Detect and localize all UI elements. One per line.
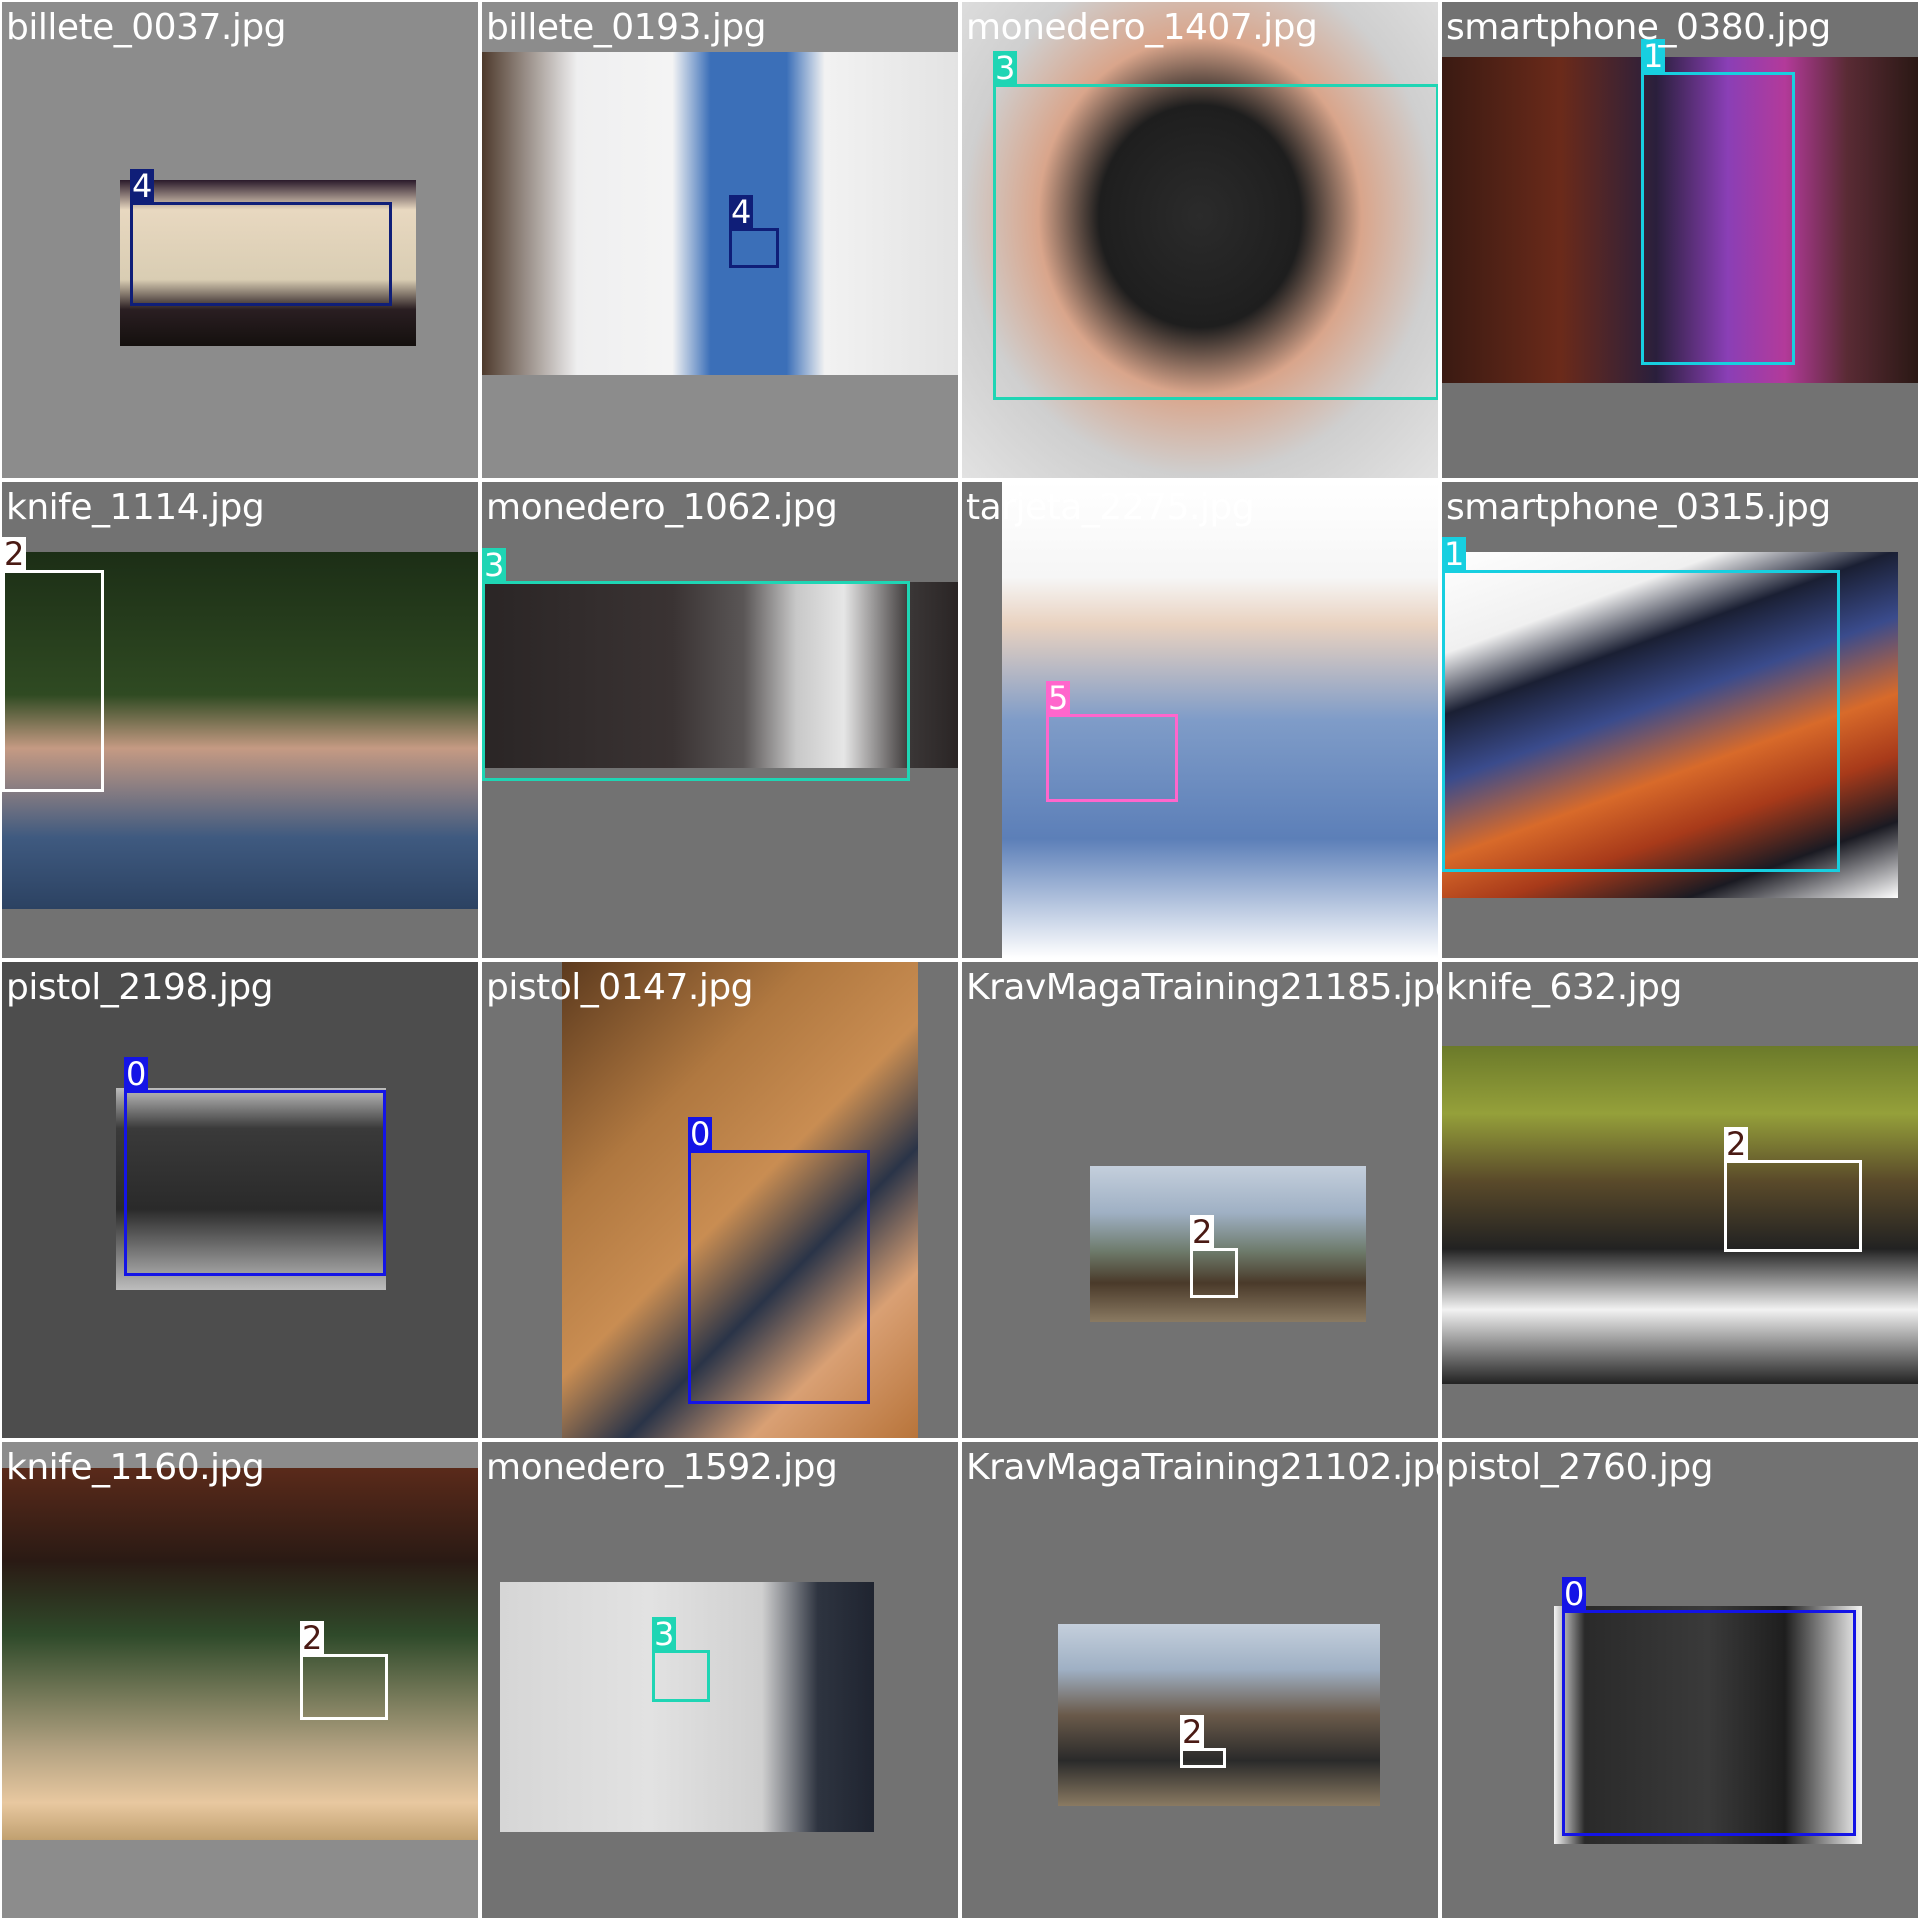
tile-photo [1090, 1166, 1366, 1322]
class-label: 4 [130, 167, 155, 205]
image-filename: smartphone_0380.jpg [1446, 7, 1831, 48]
image-filename: pistol_2760.jpg [1446, 1447, 1714, 1488]
class-label: 2 [1724, 1125, 1749, 1163]
detection-box[interactable]: 2 [1190, 1215, 1238, 1298]
tile-monedero-1062[interactable]: 3 monedero_1062.jpg [482, 482, 958, 958]
tile-tarjeta-2275[interactable]: 5 tarjeta_2275.jpg [962, 482, 1438, 958]
photo-fill [500, 1582, 874, 1832]
detection-box[interactable]: 2 [1724, 1127, 1862, 1252]
photo-fill [2, 1468, 478, 1840]
class-label: 2 [300, 1619, 325, 1657]
detection-box[interactable]: 0 [124, 1057, 386, 1276]
tile-billete-0037[interactable]: 4 billete_0037.jpg [2, 2, 478, 478]
photo-fill [482, 52, 958, 375]
class-label: 5 [1046, 679, 1071, 717]
tile-monedero-1407[interactable]: 3 monedero_1407.jpg [962, 2, 1438, 478]
tile-knife-1114[interactable]: 2 knife_1114.jpg [2, 482, 478, 958]
class-label: 3 [652, 1615, 677, 1653]
image-filename: pistol_0147.jpg [486, 967, 754, 1008]
class-label: 0 [124, 1055, 149, 1093]
tile-pistol-0147[interactable]: 0 pistol_0147.jpg [482, 962, 958, 1438]
detection-box[interactable]: 5 [1046, 681, 1178, 802]
image-filename: smartphone_0315.jpg [1446, 487, 1831, 528]
tile-pistol-2760[interactable]: 0 pistol_2760.jpg [1442, 1442, 1918, 1918]
detection-box[interactable]: 3 [652, 1617, 710, 1702]
tile-pistol-2198[interactable]: 0 pistol_2198.jpg [2, 962, 478, 1438]
image-filename: KravMagaTraining21102.jpg [966, 1447, 1438, 1488]
image-filename: pistol_2198.jpg [6, 967, 274, 1008]
class-label: 1 [1442, 535, 1467, 573]
detection-box[interactable]: 3 [993, 51, 1438, 400]
tile-photo [2, 1468, 478, 1840]
tile-smartphone-0315[interactable]: 1 smartphone_0315.jpg [1442, 482, 1918, 958]
image-filename: monedero_1592.jpg [486, 1447, 838, 1488]
class-label: 0 [688, 1115, 713, 1153]
image-filename: billete_0193.jpg [486, 7, 767, 48]
detection-box[interactable]: 4 [729, 195, 779, 268]
tile-billete-0193[interactable]: 4 billete_0193.jpg [482, 2, 958, 478]
image-filename: knife_632.jpg [1446, 967, 1682, 1008]
detection-box[interactable]: 0 [688, 1117, 870, 1404]
tile-kravmaga-21102[interactable]: 2 KravMagaTraining21102.jpg [962, 1442, 1438, 1918]
photo-fill [1090, 1166, 1366, 1322]
tile-smartphone-0380[interactable]: 1 smartphone_0380.jpg [1442, 2, 1918, 478]
detection-box[interactable]: 1 [1442, 537, 1840, 872]
detection-box[interactable]: 0 [1562, 1577, 1856, 1836]
tile-photo [500, 1582, 874, 1832]
class-label: 2 [1180, 1713, 1205, 1751]
detection-box[interactable]: 1 [1641, 39, 1795, 365]
detection-box[interactable]: 3 [482, 548, 910, 781]
image-filename: knife_1114.jpg [6, 487, 265, 528]
image-filename: knife_1160.jpg [6, 1447, 265, 1488]
class-label: 0 [1562, 1575, 1587, 1613]
detection-box[interactable]: 2 [300, 1621, 388, 1720]
tile-photo [482, 52, 958, 375]
class-label: 3 [993, 49, 1018, 87]
image-filename: monedero_1062.jpg [486, 487, 838, 528]
image-filename: tarjeta_2275.jpg [966, 487, 1255, 528]
detection-box[interactable]: 2 [1180, 1715, 1226, 1768]
detection-box[interactable]: 2 [2, 537, 104, 792]
class-label: 4 [729, 193, 754, 231]
tile-knife-632[interactable]: 2 knife_632.jpg [1442, 962, 1918, 1438]
class-label: 2 [1190, 1213, 1215, 1251]
class-label: 2 [2, 535, 27, 573]
image-filename: monedero_1407.jpg [966, 7, 1318, 48]
detection-box[interactable]: 4 [130, 169, 392, 306]
tile-kravmaga-21185[interactable]: 2 KravMagaTraining21185.jpg [962, 962, 1438, 1438]
image-filename: KravMagaTraining21185.jpg [966, 967, 1438, 1008]
tile-photo [1058, 1624, 1380, 1806]
image-filename: billete_0037.jpg [6, 7, 287, 48]
tile-knife-1160[interactable]: 2 knife_1160.jpg [2, 1442, 478, 1918]
class-label: 3 [482, 546, 507, 584]
photo-fill [1058, 1624, 1380, 1806]
tile-monedero-1592[interactable]: 3 monedero_1592.jpg [482, 1442, 958, 1918]
